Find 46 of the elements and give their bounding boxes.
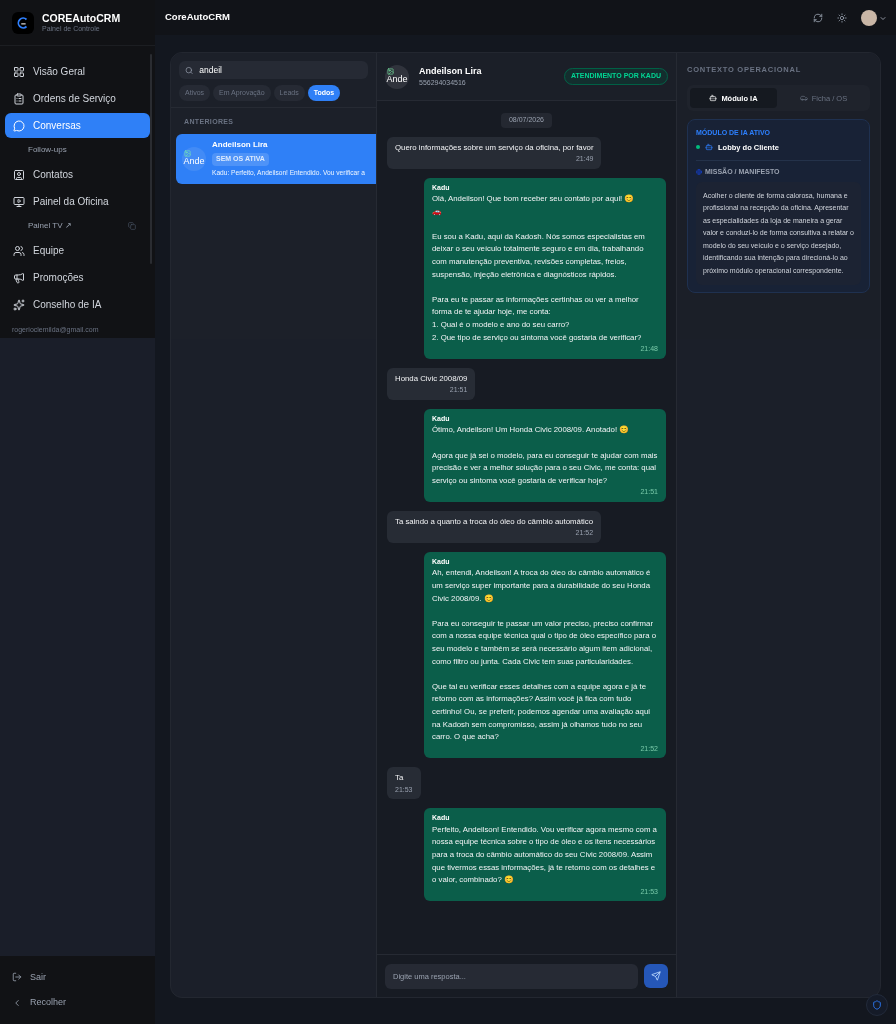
megaphone-icon bbox=[13, 271, 25, 284]
security-button[interactable] bbox=[866, 994, 888, 1016]
contact-name: Andeilson Lira bbox=[419, 64, 483, 78]
send-button[interactable] bbox=[644, 964, 668, 988]
nav-item[interactable]: Conversas bbox=[5, 113, 150, 138]
nav-item[interactable]: Promoções bbox=[5, 265, 150, 290]
logo-icon bbox=[12, 11, 34, 34]
caret-icon[interactable] bbox=[880, 14, 886, 21]
users-icon bbox=[13, 244, 25, 257]
car-icon bbox=[799, 94, 808, 103]
page-title: CoreAutoCRM bbox=[165, 10, 230, 25]
nav-item[interactable]: Conselho de IA bbox=[5, 292, 150, 317]
search-icon bbox=[185, 65, 194, 75]
chevron-left-icon bbox=[12, 997, 22, 1008]
nav-subitem[interactable]: Follow-ups bbox=[28, 144, 67, 156]
nav-item[interactable]: Equipe bbox=[5, 238, 150, 263]
contact-card-icon bbox=[13, 168, 25, 181]
grid-icon bbox=[13, 65, 25, 78]
robot-icon bbox=[709, 94, 718, 103]
nav-item[interactable]: Ordens de Serviço bbox=[5, 86, 150, 111]
nav-item[interactable]: Contatos bbox=[5, 162, 150, 187]
search-input[interactable]: andeil bbox=[199, 63, 362, 77]
avatar: Ande bbox=[385, 64, 409, 89]
nav-item[interactable]: Visão Geral bbox=[5, 59, 150, 84]
globe-icon bbox=[696, 169, 702, 176]
send-icon bbox=[651, 971, 661, 981]
avatar: Ande bbox=[182, 146, 206, 171]
broken-image-icon bbox=[387, 67, 394, 75]
sidebar-footer-button[interactable]: Sair bbox=[12, 970, 143, 984]
refresh-icon[interactable] bbox=[813, 12, 823, 23]
sun-icon[interactable] bbox=[837, 12, 847, 23]
user-avatar[interactable] bbox=[861, 9, 877, 26]
sidebar-footer-button[interactable]: Recolher bbox=[12, 996, 143, 1010]
clipboard-icon bbox=[13, 92, 25, 105]
brand-name: COREAutoCRM bbox=[42, 11, 121, 25]
broken-image-icon bbox=[184, 149, 191, 157]
robot-icon bbox=[705, 143, 713, 152]
chat-icon bbox=[13, 119, 25, 132]
nav-subitem[interactable]: Painel TV ↗ bbox=[28, 220, 72, 232]
logout-icon bbox=[12, 972, 22, 983]
monitor-icon bbox=[13, 195, 25, 208]
nav-item[interactable]: Painel da Oficina bbox=[5, 189, 150, 214]
contact-name: Andeilson Lira bbox=[212, 139, 269, 152]
shield-icon bbox=[872, 1000, 882, 1010]
search-field[interactable]: andeil bbox=[179, 61, 368, 79]
sparkles-icon bbox=[13, 298, 25, 311]
